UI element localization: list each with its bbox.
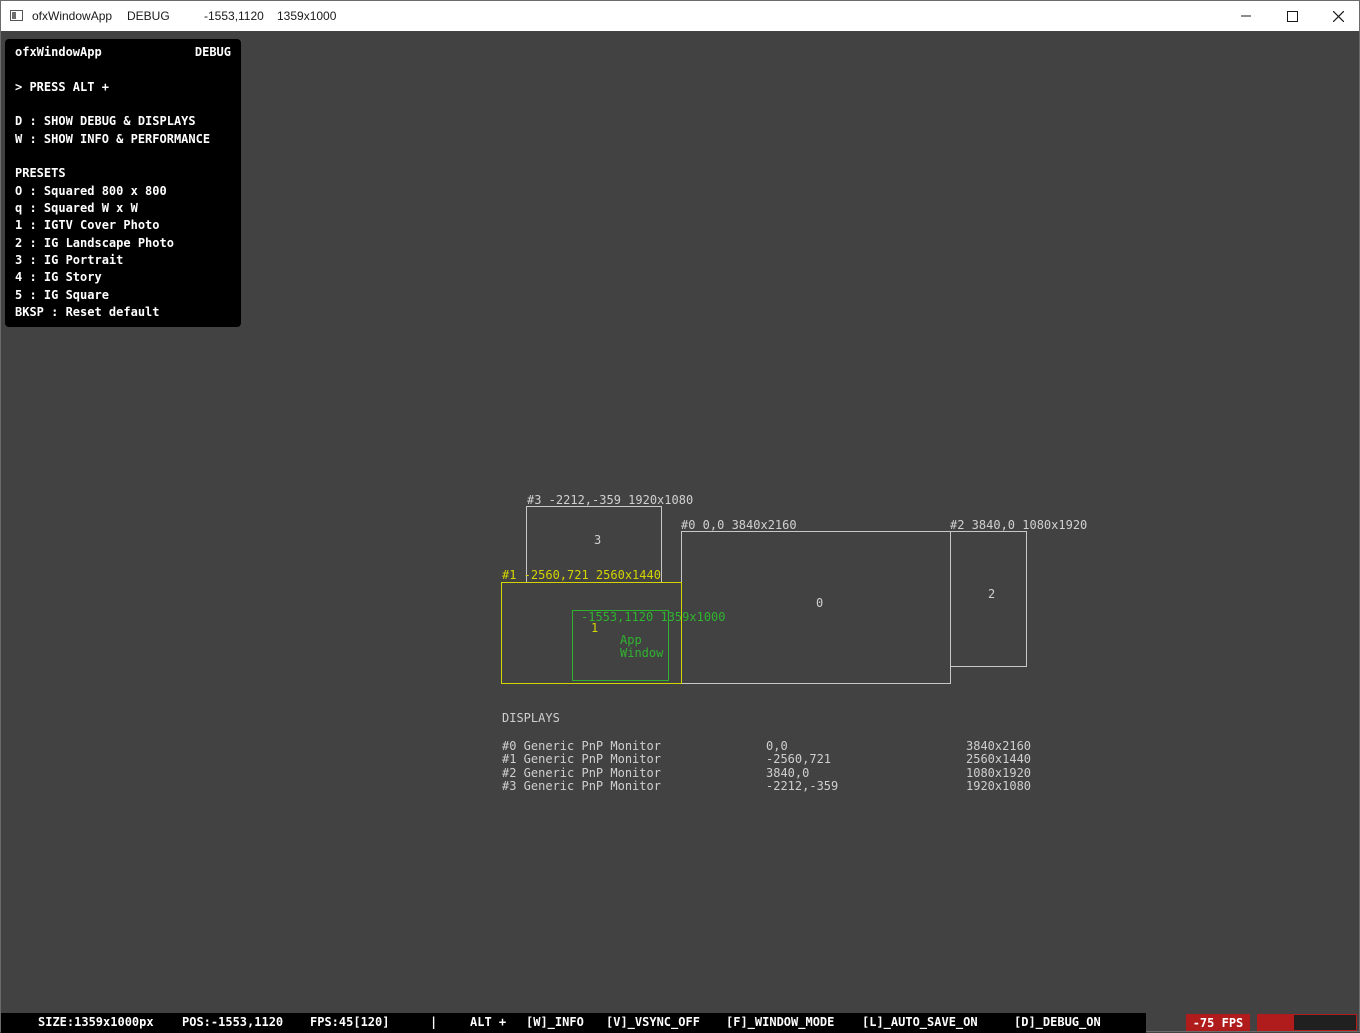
status-vsync-toggle: [V]_VSYNC_OFF <box>606 1015 700 1029</box>
minimize-icon <box>1241 15 1251 17</box>
fps-progress-bar <box>1257 1014 1357 1031</box>
app-window-frame: ofxWindowApp DEBUG -1553,1120 1359x1000 … <box>0 0 1360 1033</box>
status-size: SIZE:1359x1000px <box>38 1015 154 1029</box>
display-row-pos: -2560,721 <box>766 752 832 766</box>
fps-warning-badge: -75 FPS <box>1186 1014 1250 1031</box>
help-panel-title: ofxWindowApp <box>15 45 102 59</box>
fps-progress-fill <box>1258 1015 1295 1030</box>
status-auto-save: [L]_AUTO_SAVE_ON <box>862 1015 978 1029</box>
monitor-1-label: #1 -2560,721 2560x1440 <box>502 568 661 582</box>
monitor-2-label: #2 3840,0 1080x1920 <box>950 518 1088 532</box>
display-row-name: #2 Generic PnP Monitor <box>502 766 661 780</box>
status-bar: SIZE:1359x1000px POS:-1553,1120 FPS:45[1… <box>1 1013 1146 1033</box>
presets-header: PRESETS <box>15 166 66 180</box>
preset-item: q : Squared W x W <box>15 201 138 215</box>
monitor-0-number: 0 <box>816 596 824 610</box>
minimize-button[interactable] <box>1223 1 1269 31</box>
status-position: POS:-1553,1120 <box>182 1015 284 1029</box>
preset-item: BKSP : Reset default <box>15 305 160 319</box>
monitor-2-number: 2 <box>988 587 996 601</box>
window-title-size: 1359x1000 <box>277 9 337 23</box>
app-window-label: -1553,1120 1359x1000 <box>581 610 726 624</box>
maximize-button[interactable] <box>1269 1 1315 31</box>
display-row-name: #1 Generic PnP Monitor <box>502 752 661 766</box>
help-key-d: D : SHOW DEBUG & DISPLAYS <box>15 114 196 128</box>
status-window-mode: [F]_WINDOW_MODE <box>726 1015 835 1029</box>
display-row-size: 1080x1920 <box>966 766 1032 780</box>
help-key-w: W : SHOW INFO & PERFORMANCE <box>15 132 211 146</box>
window-title-position: -1553,1120 <box>204 9 264 23</box>
preset-item: 4 : IG Story <box>15 270 102 284</box>
preset-item: O : Squared 800 x 800 <box>15 184 167 198</box>
display-row-name: #3 Generic PnP Monitor <box>502 779 661 793</box>
display-row-name: #0 Generic PnP Monitor <box>502 739 661 753</box>
close-button[interactable] <box>1315 1 1360 31</box>
display-row-pos: -2212,-359 <box>766 779 839 793</box>
maximize-icon <box>1286 10 1298 22</box>
status-alt-hint: ALT + <box>470 1015 507 1029</box>
display-row-size: 2560x1440 <box>966 752 1032 766</box>
status-separator: | <box>430 1015 438 1029</box>
preset-item: 3 : IG Portrait <box>15 253 124 267</box>
help-panel-mode: DEBUG <box>194 45 231 59</box>
display-row-pos: 3840,0 <box>766 766 810 780</box>
status-fps: FPS:45[120] <box>310 1015 390 1029</box>
monitor-0-label: #0 0,0 3840x2160 <box>681 518 797 532</box>
title-bar[interactable]: ofxWindowApp DEBUG -1553,1120 1359x1000 <box>1 1 1359 31</box>
display-row-size: 1920x1080 <box>966 779 1032 793</box>
display-row-size: 3840x2160 <box>966 739 1032 753</box>
help-panel: ofxWindowApp DEBUG > PRESS ALT + D : SHO… <box>5 39 241 327</box>
status-info-toggle: [W]_INFO <box>526 1015 584 1029</box>
display-row-pos: 0,0 <box>766 739 788 753</box>
monitor-3-label: #3 -2212,-359 1920x1080 <box>527 493 694 507</box>
preset-item: 2 : IG Landscape Photo <box>15 236 174 250</box>
close-icon <box>1332 10 1344 22</box>
preset-item: 5 : IG Square <box>15 288 109 302</box>
app-window-text-1: App <box>620 633 642 647</box>
window-title-mode: DEBUG <box>127 9 170 23</box>
app-window-text-2: Window <box>620 646 664 660</box>
preset-item: 1 : IGTV Cover Photo <box>15 218 160 232</box>
help-press-hint: > PRESS ALT + <box>15 80 109 94</box>
monitor-3-number: 3 <box>594 533 602 547</box>
status-debug: [D]_DEBUG_ON <box>1014 1015 1101 1029</box>
app-window-icon <box>10 10 23 21</box>
displays-header: DISPLAYS <box>502 711 560 725</box>
window-title-app: ofxWindowApp <box>32 9 113 23</box>
